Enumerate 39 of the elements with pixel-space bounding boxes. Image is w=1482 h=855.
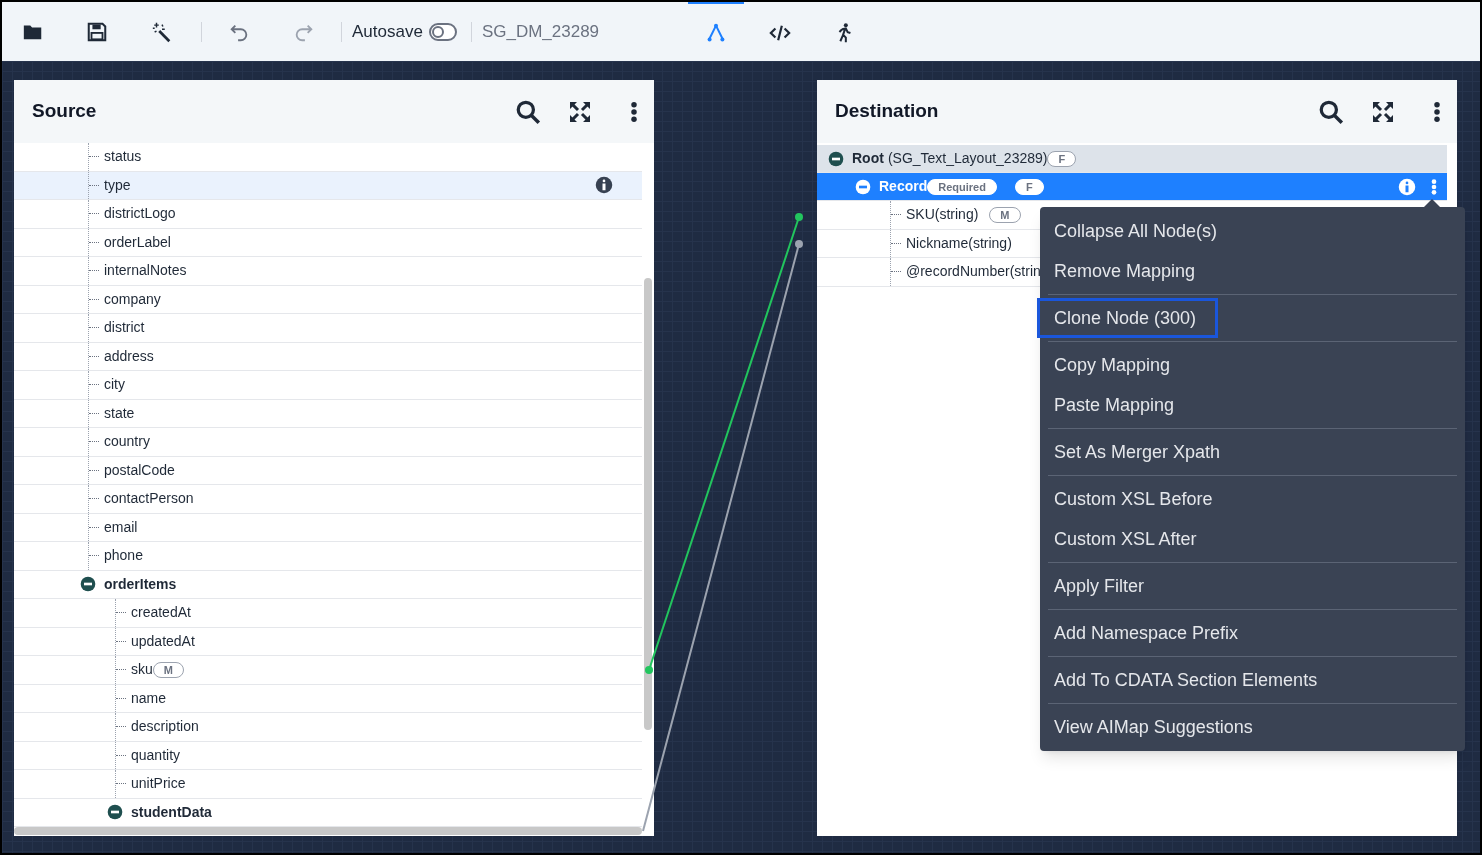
node-label: sku [131, 660, 153, 680]
badge: M [152, 661, 184, 678]
badge: M [989, 206, 1021, 223]
node-label: status [104, 147, 142, 167]
node-label: city [104, 375, 125, 395]
node-label: internalNotes [104, 261, 187, 281]
node-label: company [104, 289, 161, 309]
node-label: address [104, 346, 154, 366]
node-label: quantity [131, 745, 181, 765]
badge: F [1047, 150, 1077, 167]
node-label: orderLabel [104, 232, 171, 252]
badge: F [1014, 178, 1044, 195]
document-name: SG_DM_23289 [481, 20, 600, 43]
node-label: name [131, 688, 167, 708]
node-label: email [104, 517, 138, 537]
node-label: postalCode [104, 460, 175, 480]
node-label: SKU(string) [906, 205, 979, 225]
autosave-label: Autosave [352, 20, 423, 43]
node-type: (SG_Text_Layout_23289) [887, 149, 1048, 168]
node-label: studentData [131, 802, 212, 822]
node-label: country [104, 432, 150, 452]
node-label: orderItems [104, 574, 177, 594]
node-label: state [104, 403, 135, 423]
node-label: createdAt [131, 603, 191, 623]
node-label: description [131, 717, 199, 737]
node-label: district [104, 318, 145, 338]
panel-title: Destination [835, 99, 940, 124]
node-label: Record [879, 177, 928, 196]
node-label: type [104, 175, 131, 195]
node-label: contactPerson [104, 489, 194, 509]
node-label: phone [104, 546, 143, 566]
panel-title: Source [32, 99, 98, 124]
node-label: Root [852, 149, 884, 168]
node-label: unitPrice [131, 774, 186, 794]
node-label: Nickname(string) [906, 233, 1012, 253]
node-label: districtLogo [104, 204, 176, 224]
node-label: updatedAt [131, 631, 195, 651]
node-label: @recordNumber(strin [906, 262, 1041, 282]
badge: Required [927, 178, 997, 195]
